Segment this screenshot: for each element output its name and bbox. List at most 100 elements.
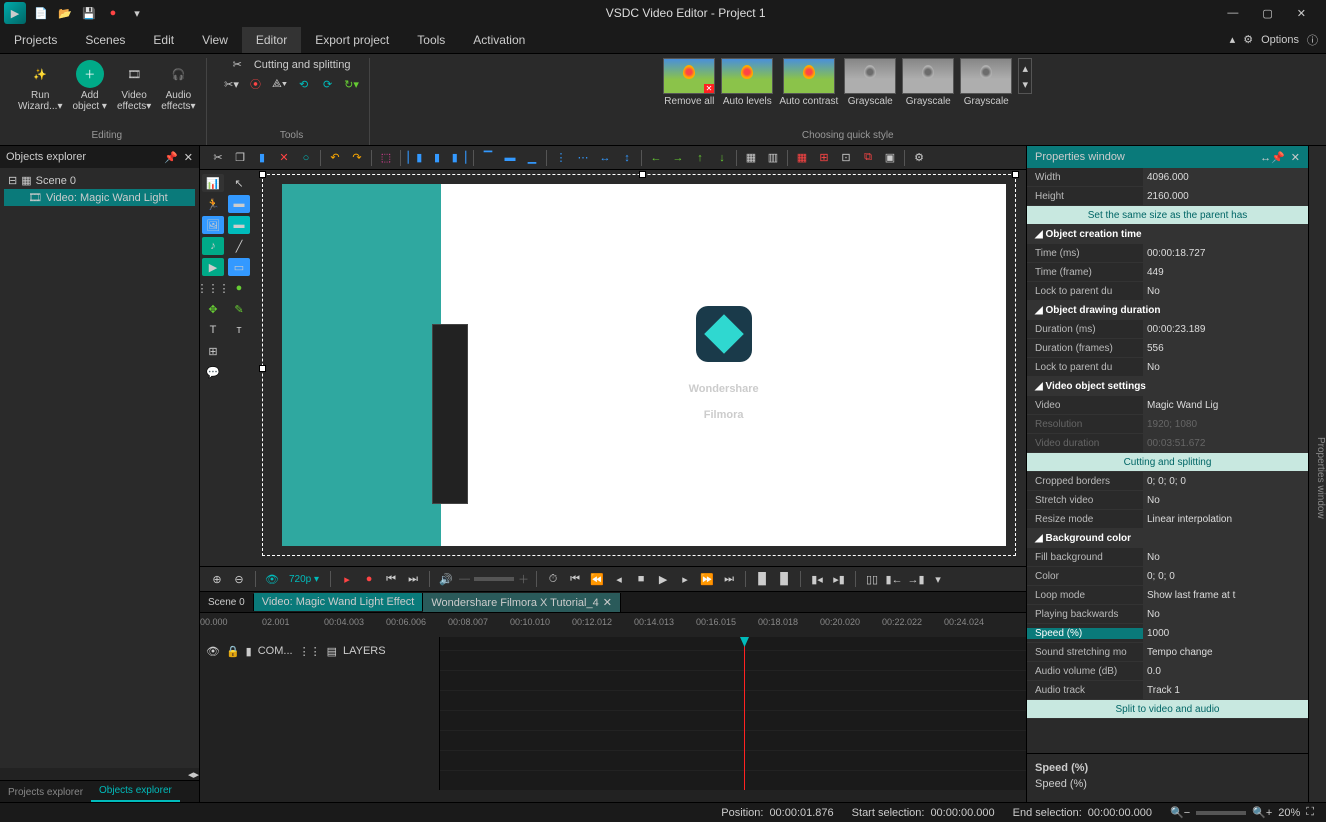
timer-icon[interactable]: ⏱ xyxy=(544,570,562,588)
minimize-icon[interactable]: — xyxy=(1227,7,1238,20)
more-icon[interactable]: ▾ xyxy=(130,6,144,20)
pin-icon[interactable]: ↔📌 xyxy=(1260,151,1285,164)
menu-view[interactable]: View xyxy=(188,27,242,53)
prop-section-header[interactable]: ◢ Object drawing duration xyxy=(1027,301,1308,320)
chevron-up-icon[interactable]: ▴ xyxy=(1230,33,1236,46)
arrow-left-icon[interactable]: ← xyxy=(646,148,666,168)
info-icon[interactable]: ⓘ xyxy=(1307,32,1318,48)
tl-tab-magic-wand[interactable]: Video: Magic Wand Light Effect xyxy=(254,593,424,611)
cutting-label[interactable]: Cutting and splitting xyxy=(254,59,351,71)
arrow-right-icon[interactable]: → xyxy=(668,148,688,168)
rect-icon[interactable]: ▭ xyxy=(228,258,250,276)
eye-icon[interactable]: 👁 xyxy=(263,570,281,588)
style-auto-contrast[interactable]: Auto contrast xyxy=(779,58,838,107)
close-icon[interactable]: ✕ xyxy=(1297,7,1306,20)
delete-icon[interactable]: ✕ xyxy=(274,148,294,168)
zoom-out-status-icon[interactable]: 🔍− xyxy=(1170,806,1190,819)
prop-section-header[interactable]: ◢ Background color xyxy=(1027,529,1308,548)
arrow-down-icon[interactable]: ↓ xyxy=(712,148,732,168)
cut-icon[interactable]: ✂ xyxy=(208,148,228,168)
scroll-right-icon[interactable]: ▸ xyxy=(193,768,199,780)
prop-row[interactable]: Time (ms)00:00:18.727 xyxy=(1027,244,1308,263)
prop-row[interactable]: Playing backwardsNo xyxy=(1027,605,1308,624)
collapse-icon[interactable]: ⊟ xyxy=(8,174,17,187)
align-bottom-icon[interactable]: ▁ xyxy=(522,148,542,168)
prop-row[interactable]: Video duration00:03:51.672 xyxy=(1027,434,1308,453)
skip-fwd-icon[interactable]: ⏭ xyxy=(404,570,422,588)
person-icon[interactable]: 🏃 xyxy=(202,195,224,213)
menu-scenes[interactable]: Scenes xyxy=(71,27,139,53)
select-all-icon[interactable]: ⬚ xyxy=(376,148,396,168)
layout-more-icon[interactable]: ▾ xyxy=(929,570,947,588)
rect-teal-icon[interactable]: ▬ xyxy=(228,216,250,234)
dist-h-icon[interactable]: ⋮ xyxy=(551,148,571,168)
cursor-icon[interactable]: ↖ xyxy=(228,174,250,192)
prop-row[interactable]: Lock to parent duNo xyxy=(1027,282,1308,301)
tab-close-icon[interactable]: ✕ xyxy=(603,597,612,609)
audio-effects-button[interactable]: 🎧Audio effects▾ xyxy=(159,58,197,114)
refresh-icon[interactable]: ↻▾ xyxy=(343,75,361,93)
prev-cut-icon[interactable]: ▸ xyxy=(338,570,356,588)
goto-start-icon[interactable]: ⏮ xyxy=(566,570,584,588)
align-top-icon[interactable]: ▔ xyxy=(478,148,498,168)
line-icon[interactable]: ╱ xyxy=(228,237,250,255)
playhead[interactable] xyxy=(744,637,745,790)
grid-icon[interactable]: ▦ xyxy=(792,148,812,168)
zoom-out-icon[interactable]: ⊖ xyxy=(230,570,248,588)
style-grayscale-2[interactable]: Grayscale xyxy=(902,58,954,107)
menu-projects[interactable]: Projects xyxy=(0,27,71,53)
run-wizard-button[interactable]: ✨Run Wizard...▾ xyxy=(16,58,64,114)
flag-col-icon[interactable]: ▮ xyxy=(246,645,252,658)
rect-blue-icon[interactable]: ▬ xyxy=(228,195,250,213)
handle-nw[interactable] xyxy=(259,171,266,178)
maximize-icon[interactable]: ▢ xyxy=(1262,7,1272,20)
video-effects-button[interactable]: 🎞Video effects▾ xyxy=(115,58,153,114)
layout-1-icon[interactable]: ▯▯ xyxy=(863,570,881,588)
new-icon[interactable]: 📄 xyxy=(34,6,48,20)
rotate270-icon[interactable]: ⟳ xyxy=(319,75,337,93)
scissors-icon[interactable]: ✂▾ xyxy=(223,75,241,93)
menu-activation[interactable]: Activation xyxy=(459,27,539,53)
same-w-icon[interactable]: ↔ xyxy=(595,148,615,168)
prop-row[interactable]: Color0; 0; 0 xyxy=(1027,567,1308,586)
prop-row[interactable]: Height2160.000 xyxy=(1027,187,1308,206)
prop-section-header[interactable]: ◢ Object creation time xyxy=(1027,225,1308,244)
resolution-dropdown[interactable]: 720p ▾ xyxy=(285,574,323,585)
zoom-in-status-icon[interactable]: 🔍+ xyxy=(1252,806,1272,819)
step-back-icon[interactable]: ⏪ xyxy=(588,570,606,588)
pin-icon[interactable]: 📌 xyxy=(164,151,178,164)
small-t-icon[interactable]: т xyxy=(228,321,250,339)
tree-scene[interactable]: ⊟▦Scene 0 xyxy=(4,172,195,189)
list-icon[interactable]: ▤ xyxy=(327,645,337,658)
tl-tab-scene0[interactable]: Scene 0 xyxy=(200,594,254,611)
layout-3-icon[interactable]: →▮ xyxy=(907,570,925,588)
prop-row[interactable]: Width4096.000 xyxy=(1027,168,1308,187)
tab-projects-explorer[interactable]: Projects explorer xyxy=(0,783,91,802)
zoom-in-icon[interactable]: ⊕ xyxy=(208,570,226,588)
frame-fwd-icon[interactable]: ▸ xyxy=(676,570,694,588)
play-icon[interactable]: ▶ xyxy=(654,570,672,588)
marker-out-icon[interactable]: ▸▮ xyxy=(830,570,848,588)
menu-export[interactable]: Export project xyxy=(301,27,403,53)
same-h-icon[interactable]: ↕ xyxy=(617,148,637,168)
spectrum-icon[interactable]: ⋮⋮⋮ xyxy=(202,279,224,297)
gear-toolbar-icon[interactable]: ⚙ xyxy=(909,148,929,168)
prop-action-button[interactable]: Set the same size as the parent has xyxy=(1027,206,1308,225)
chat-icon[interactable]: 💬 xyxy=(202,363,224,381)
paste-icon[interactable]: ▮ xyxy=(252,148,272,168)
prop-action-button[interactable]: Cutting and splitting xyxy=(1027,453,1308,472)
style-grayscale-1[interactable]: Grayscale xyxy=(844,58,896,107)
tree-video[interactable]: 🎞Video: Magic Wand Light xyxy=(4,189,195,206)
menu-tools[interactable]: Tools xyxy=(403,27,459,53)
prop-row[interactable]: Lock to parent duNo xyxy=(1027,358,1308,377)
prop-row[interactable]: Stretch videoNo xyxy=(1027,491,1308,510)
prop-row[interactable]: Time (frame)449 xyxy=(1027,263,1308,282)
menu-edit[interactable]: Edit xyxy=(139,27,188,53)
prop-section-header[interactable]: ◢ Video object settings xyxy=(1027,377,1308,396)
prop-row[interactable]: Resize modeLinear interpolation xyxy=(1027,510,1308,529)
handle-ne[interactable] xyxy=(1012,171,1019,178)
style-grayscale-3[interactable]: Grayscale xyxy=(960,58,1012,107)
prop-row[interactable]: Duration (frames)556 xyxy=(1027,339,1308,358)
timeline-ruler[interactable]: 00.00002.00100:04.00300:06.00600:08.0070… xyxy=(200,613,1026,637)
prop-row[interactable]: Sound stretching moTempo change xyxy=(1027,643,1308,662)
